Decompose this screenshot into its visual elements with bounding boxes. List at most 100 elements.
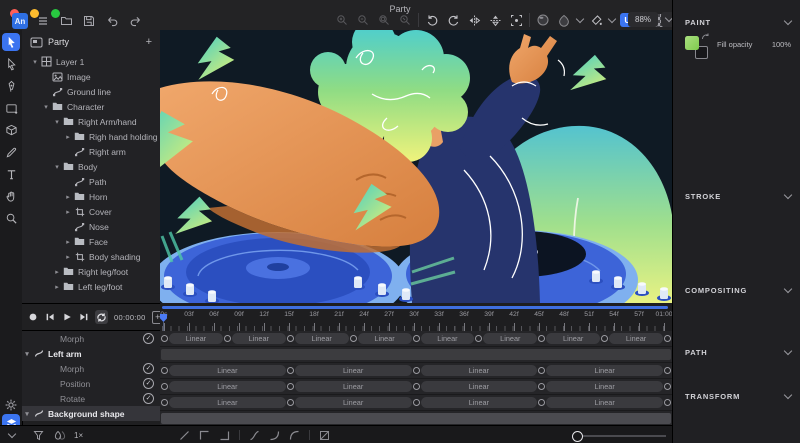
shape-fill-icon[interactable] (556, 12, 572, 28)
tween-segment[interactable]: Linear (169, 397, 286, 408)
expand-arrow-icon[interactable]: ▾ (52, 118, 62, 126)
tween-segment[interactable]: Linear (295, 397, 412, 408)
expand-arrow-icon[interactable]: ▸ (63, 133, 73, 141)
settings-gear-icon[interactable] (4, 398, 18, 412)
enabled-check-icon[interactable]: ✓ (143, 393, 154, 404)
zoom-in-tool-icon[interactable] (334, 12, 350, 28)
expand-arrow-icon[interactable]: ▸ (63, 193, 73, 201)
tween-segment[interactable]: Linear (483, 333, 537, 344)
next-frame-button[interactable] (78, 310, 91, 324)
ease-out-icon[interactable] (289, 430, 300, 441)
stroke-section-header[interactable]: STROKE (673, 190, 800, 202)
layer-item[interactable]: ▸Face (22, 234, 160, 249)
zoom-out-tool-icon[interactable] (355, 12, 371, 28)
keyframe-icon[interactable] (161, 383, 168, 390)
keyframe-icon[interactable] (161, 367, 168, 374)
keyframe-icon[interactable] (664, 335, 671, 342)
fill-stroke-swatches[interactable] (685, 36, 711, 62)
layer-item[interactable]: ▸Righ hand holding club (22, 129, 160, 144)
keyframe-icon[interactable] (161, 399, 168, 406)
paint-section-header[interactable]: PAINT (673, 16, 800, 28)
keyframe-icon[interactable] (664, 383, 671, 390)
loop-button[interactable] (95, 310, 108, 324)
paint-bucket-icon[interactable] (588, 12, 604, 28)
paint-bucket-dropdown-icon[interactable] (608, 14, 616, 22)
tween-segment[interactable]: Linear (169, 333, 223, 344)
play-button[interactable] (60, 310, 73, 324)
text-tool[interactable] (2, 165, 20, 183)
rotate-ccw-icon[interactable] (424, 12, 440, 28)
enabled-check-icon[interactable]: ✓ (143, 378, 154, 389)
keyframe-icon[interactable] (664, 399, 671, 406)
layer-item[interactable]: ▾Layer 1 (22, 54, 160, 69)
keyframe-icon[interactable] (413, 335, 420, 342)
layer-item[interactable]: Path (22, 174, 160, 189)
zoom-fit-tool-icon[interactable] (376, 12, 392, 28)
keyframe-icon[interactable] (287, 383, 294, 390)
layer-item[interactable]: ▾Body (22, 159, 160, 174)
expand-arrow-icon[interactable]: ▾ (22, 410, 32, 418)
expand-arrow-icon[interactable]: ▾ (41, 103, 51, 111)
tween-segment[interactable]: Linear (169, 365, 286, 376)
keyframe-icon[interactable] (538, 383, 545, 390)
swap-fill-stroke-icon[interactable] (701, 33, 710, 42)
tween-segment[interactable]: Linear (421, 381, 538, 392)
scene-header[interactable]: Party + (22, 30, 160, 54)
timeline-row-label[interactable]: Morph✓ (22, 331, 160, 346)
ease-step-end-icon[interactable] (199, 430, 210, 441)
layer-item[interactable]: ▾Right Arm/hand (22, 114, 160, 129)
zoom-tool[interactable] (2, 209, 20, 227)
layer-item[interactable]: Image (22, 69, 160, 84)
tween-segment[interactable]: Linear (546, 397, 663, 408)
add-layer-button[interactable]: + (146, 36, 152, 48)
ease-in-icon[interactable] (269, 430, 280, 441)
tween-segment[interactable]: Linear (546, 365, 663, 376)
tween-segment[interactable]: Linear (232, 333, 286, 344)
expand-arrow-icon[interactable]: ▾ (22, 350, 32, 358)
group-track-bar[interactable] (161, 349, 671, 360)
enabled-check-icon[interactable]: ✓ (143, 333, 154, 344)
path-section-header[interactable]: PATH (673, 346, 800, 358)
hand-tool[interactable] (2, 187, 20, 205)
flip-horizontal-icon[interactable] (466, 12, 482, 28)
timeline-zoom-knob[interactable] (572, 431, 583, 442)
layer-item[interactable]: ▸Cover (22, 204, 160, 219)
keyframe-icon[interactable] (664, 367, 671, 374)
tween-segment[interactable]: Linear (546, 381, 663, 392)
pen-tool[interactable] (2, 77, 20, 95)
tween-segment[interactable]: Linear (295, 381, 412, 392)
filter-icon[interactable] (30, 430, 46, 441)
playback-speed[interactable]: 1× (74, 431, 83, 440)
layer-item[interactable]: Nose (22, 219, 160, 234)
expand-arrow-icon[interactable]: ▸ (52, 283, 62, 291)
timeline-track[interactable]: LinearLinearLinearLinear (160, 363, 672, 379)
selection-tool[interactable] (2, 33, 20, 51)
enabled-check-icon[interactable]: ✓ (143, 363, 154, 374)
zoom-selection-tool-icon[interactable] (397, 12, 413, 28)
collapse-timeline-icon[interactable] (4, 434, 20, 437)
keyframe-icon[interactable] (287, 335, 294, 342)
ease-custom-icon[interactable] (319, 430, 330, 441)
expand-arrow-icon[interactable]: ▾ (52, 163, 62, 171)
ease-step-start-icon[interactable] (219, 430, 230, 441)
layer-item[interactable]: ▸Horn (22, 189, 160, 204)
bone-tool[interactable] (2, 121, 20, 139)
timeline-row-label[interactable]: Position✓ (22, 376, 160, 391)
expand-arrow-icon[interactable]: ▸ (63, 253, 73, 261)
keyframe-icon[interactable] (538, 335, 545, 342)
layer-item[interactable]: ▸Right leg/foot (22, 264, 160, 279)
rotate-cw-icon[interactable] (445, 12, 461, 28)
timeline-row-label[interactable]: ▾Left arm (22, 346, 160, 361)
keyframe-icon[interactable] (475, 335, 482, 342)
direct-selection-tool[interactable] (2, 55, 20, 73)
compositing-section-header[interactable]: COMPOSITING (673, 284, 800, 296)
rectangle-tool[interactable] (2, 99, 20, 117)
app-logo[interactable]: An (12, 13, 28, 29)
group-track-bar[interactable] (161, 413, 671, 424)
tween-segment[interactable]: Linear (609, 333, 663, 344)
tween-segment[interactable]: Linear (421, 365, 538, 376)
layer-item[interactable]: ▾Character (22, 99, 160, 114)
canvas-viewport[interactable] (160, 30, 672, 303)
keyframe-icon[interactable] (413, 367, 420, 374)
timeline-row-label[interactable]: ▾Background shape (22, 406, 160, 421)
